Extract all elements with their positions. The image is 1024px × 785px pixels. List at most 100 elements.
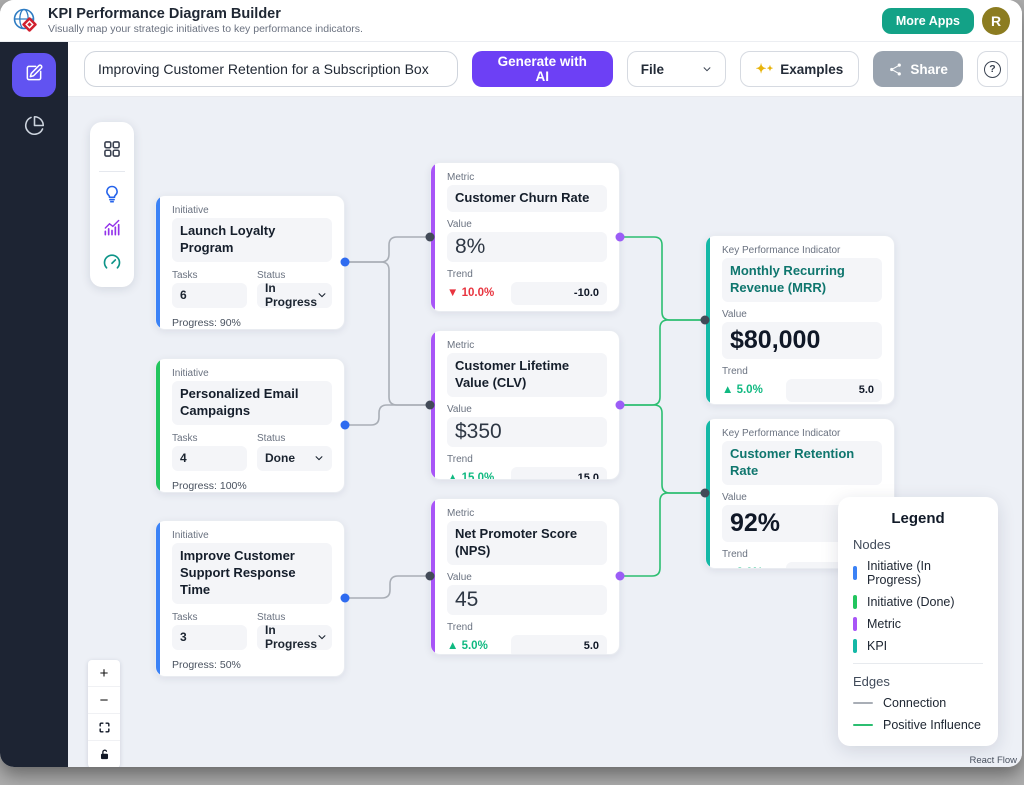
- page-title: KPI Performance Diagram Builder: [48, 6, 882, 23]
- node-type-label: Metric: [447, 340, 607, 351]
- initiative-title[interactable]: Personalized Email Campaigns: [172, 381, 332, 425]
- app-logo-icon: [12, 7, 39, 34]
- tasks-input[interactable]: 3: [172, 625, 247, 650]
- node-type-label: Metric: [447, 172, 607, 183]
- slider-knob[interactable]: [246, 676, 259, 677]
- fit-view-icon: [98, 721, 111, 734]
- status-select[interactable]: Done: [257, 446, 332, 471]
- trend-input[interactable]: 5.0: [786, 379, 882, 402]
- help-button[interactable]: ?: [977, 51, 1008, 87]
- edge-connection[interactable]: [345, 576, 430, 598]
- pie-chart-icon: [24, 115, 45, 141]
- edge-positive-influence[interactable]: [620, 320, 705, 405]
- examples-button[interactable]: ✦✦ Examples: [740, 51, 860, 87]
- metric-title[interactable]: Customer Lifetime Value (CLV): [447, 353, 607, 397]
- app-header: KPI Performance Diagram Builder Visually…: [0, 0, 1022, 42]
- node-type-label: Metric: [447, 508, 607, 519]
- metric-value[interactable]: 45: [447, 585, 607, 615]
- palette-kpi-button[interactable]: [95, 245, 129, 279]
- initiative-inprogress-swatch: [853, 566, 857, 580]
- trend-input[interactable]: 5.0: [511, 635, 607, 655]
- edit-mode-button[interactable]: [12, 53, 56, 97]
- connection-handle[interactable]: [426, 233, 435, 242]
- node-type-label: Initiative: [172, 530, 332, 541]
- initiative-node[interactable]: Initiative Improve Customer Support Resp…: [155, 520, 345, 677]
- bar-chart-icon: [102, 218, 122, 238]
- palette-metric-button[interactable]: [95, 211, 129, 245]
- legend-item: Connection: [853, 696, 983, 710]
- generate-ai-button[interactable]: Generate with AI: [472, 51, 613, 87]
- app-window: KPI Performance Diagram Builder Visually…: [0, 0, 1022, 767]
- prompt-input[interactable]: [84, 51, 458, 87]
- connection-handle[interactable]: [426, 572, 435, 581]
- node-type-label: Initiative: [172, 368, 332, 379]
- connection-handle[interactable]: [616, 572, 625, 581]
- chevron-down-icon: [314, 453, 324, 463]
- initiative-title[interactable]: Improve Customer Support Response Time: [172, 543, 332, 604]
- edge-connection[interactable]: [345, 237, 430, 262]
- node-type-label: Key Performance Indicator: [722, 245, 882, 256]
- connection-handle[interactable]: [701, 489, 710, 498]
- kpi-value[interactable]: $80,000: [722, 322, 882, 359]
- fit-view-button[interactable]: [88, 714, 120, 741]
- connection-handle[interactable]: [341, 594, 350, 603]
- kpi-title[interactable]: Monthly Recurring Revenue (MRR): [722, 258, 882, 302]
- trend-indicator: ▲ 5.0%: [447, 640, 488, 652]
- progress-label: Progress: 90%: [172, 317, 332, 329]
- connection-handle[interactable]: [616, 233, 625, 242]
- status-select[interactable]: In Progress: [257, 283, 332, 308]
- zoom-out-button[interactable]: −: [88, 687, 120, 714]
- palette-grid-button[interactable]: [95, 132, 129, 166]
- trend-input[interactable]: 15.0: [511, 467, 607, 480]
- kpi-node[interactable]: Key Performance Indicator Monthly Recurr…: [705, 235, 895, 405]
- legend-nodes-header: Nodes: [853, 537, 983, 552]
- palette-initiative-button[interactable]: [95, 177, 129, 211]
- legend-divider: [853, 663, 983, 664]
- kpi-title[interactable]: Customer Retention Rate: [722, 441, 882, 485]
- connection-handle[interactable]: [341, 421, 350, 430]
- more-apps-button[interactable]: More Apps: [882, 8, 974, 34]
- legend-item: Initiative (Done): [853, 595, 983, 609]
- page-subtitle: Visually map your strategic initiatives …: [48, 23, 882, 35]
- edge-connection[interactable]: [345, 405, 430, 425]
- connection-handle[interactable]: [701, 316, 710, 325]
- chart-mode-button[interactable]: [12, 111, 56, 145]
- avatar[interactable]: R: [982, 7, 1010, 35]
- initiative-title[interactable]: Launch Loyalty Program: [172, 218, 332, 262]
- status-select[interactable]: In Progress: [257, 625, 332, 650]
- trend-indicator: ▲ 15.0%: [447, 472, 494, 480]
- metric-node[interactable]: Metric Customer Churn Rate Value 8% Tren…: [430, 162, 620, 312]
- connection-handle[interactable]: [341, 258, 350, 267]
- metric-node[interactable]: Metric Customer Lifetime Value (CLV) Val…: [430, 330, 620, 480]
- initiative-node[interactable]: Initiative Launch Loyalty Program Tasks …: [155, 195, 345, 330]
- metric-value[interactable]: 8%: [447, 232, 607, 262]
- edge-connection[interactable]: [345, 262, 430, 405]
- react-flow-attribution[interactable]: React Flow: [969, 755, 1017, 766]
- tasks-input[interactable]: 6: [172, 283, 247, 308]
- trend-indicator: ▼ 10.0%: [447, 287, 494, 299]
- edge-positive-influence[interactable]: [620, 405, 705, 493]
- metric-title[interactable]: Customer Churn Rate: [447, 185, 607, 212]
- metric-title[interactable]: Net Promoter Score (NPS): [447, 521, 607, 565]
- left-rail: [0, 42, 68, 767]
- trend-input[interactable]: -10.0: [511, 282, 607, 305]
- flow-canvas[interactable]: Initiative Launch Loyalty Program Tasks …: [68, 97, 1022, 767]
- metric-value[interactable]: $350: [447, 417, 607, 447]
- legend-item: Metric: [853, 617, 983, 631]
- legend-edges-header: Edges: [853, 674, 983, 689]
- share-icon: [888, 62, 903, 77]
- tasks-input[interactable]: 4: [172, 446, 247, 471]
- connection-handle[interactable]: [426, 401, 435, 410]
- edge-positive-influence[interactable]: [620, 237, 705, 320]
- lock-toggle-button[interactable]: [88, 741, 120, 767]
- file-menu-button[interactable]: File: [627, 51, 726, 87]
- node-accent: [155, 195, 160, 330]
- connection-handle[interactable]: [616, 401, 625, 410]
- node-accent: [155, 520, 160, 677]
- share-button[interactable]: Share: [873, 51, 963, 87]
- initiative-node[interactable]: Initiative Personalized Email Campaigns …: [155, 358, 345, 493]
- metric-node[interactable]: Metric Net Promoter Score (NPS) Value 45…: [430, 498, 620, 655]
- zoom-in-button[interactable]: +: [88, 660, 120, 687]
- edge-positive-influence[interactable]: [620, 493, 705, 576]
- node-type-label: Initiative: [172, 205, 332, 216]
